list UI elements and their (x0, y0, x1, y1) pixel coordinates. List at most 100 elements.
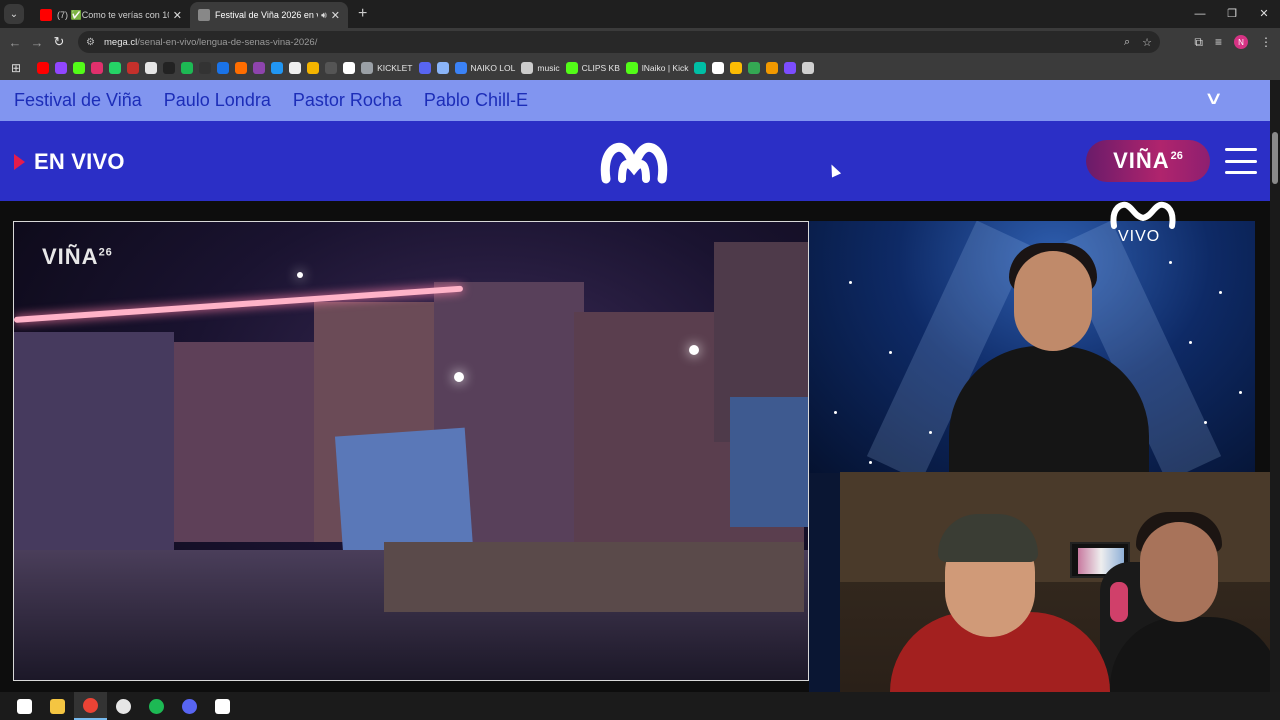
bookmark-item[interactable] (250, 58, 268, 78)
address-bar[interactable]: ⚙ mega.cl/senal-en-vivo/lengua-de-senas-… (78, 31, 1160, 53)
extensions-icon[interactable]: ⧉ (1194, 35, 1203, 50)
taskbar-discord-button[interactable] (173, 692, 206, 720)
play-triangle-icon (14, 154, 25, 170)
mega-logo[interactable] (600, 135, 668, 187)
x-icon (145, 62, 158, 74)
bookmark-item[interactable] (286, 58, 304, 78)
bookmark-item[interactable] (268, 58, 286, 78)
site-info-icon[interactable]: ⚙ (86, 37, 98, 48)
topic-link[interactable]: Festival de Viña (14, 90, 142, 111)
windows-start-icon (17, 698, 32, 714)
bookmark-item[interactable] (763, 58, 781, 78)
bookmark-item[interactable] (106, 58, 124, 78)
taskbar-chrome-button[interactable] (74, 692, 107, 720)
bookmark-label: NAIKO LOL (470, 63, 516, 73)
stage-video[interactable]: VIÑA26 (13, 221, 809, 681)
bookmarks-bar: ⊞ KICKLET NAIKO LOL music CLIPS KB lNaiko | … (0, 56, 1280, 80)
bookmark-item[interactable] (178, 58, 196, 78)
chart-icon (712, 62, 725, 74)
minimize-icon[interactable]: — (1184, 0, 1216, 28)
bookmark-item[interactable] (214, 58, 232, 78)
diamond-icon (343, 62, 356, 74)
bookmark-item[interactable] (434, 58, 452, 78)
bookmark-item[interactable]: lNaiko | Kick (623, 58, 692, 78)
topic-link[interactable]: Pastor Rocha (293, 90, 402, 111)
hamburger-menu-icon[interactable] (1225, 148, 1257, 174)
bookmark-item[interactable] (691, 58, 709, 78)
chevron-down-icon[interactable]: ∨ (1204, 88, 1224, 109)
bookmark-item[interactable] (322, 58, 340, 78)
music-icon (521, 62, 534, 74)
os-taskbar (0, 692, 1280, 720)
bookmark-item[interactable] (340, 58, 358, 78)
tab-search-icon[interactable]: ⌄ (4, 4, 24, 24)
scrollbar-thumb[interactable] (1272, 132, 1278, 184)
bookmark-star-icon[interactable]: ☆ (1142, 36, 1152, 49)
tab-youtube[interactable]: (7) ✅Como te verías con 10 vi ✕ (32, 2, 190, 28)
kicklet-icon (361, 62, 374, 74)
bookmark-item[interactable] (160, 58, 178, 78)
yellow-icon (730, 62, 743, 74)
bookmark-item[interactable] (799, 58, 817, 78)
speaker-icon[interactable]: 🔊︎ (321, 10, 327, 21)
bookmark-item[interactable] (196, 58, 214, 78)
topic-link[interactable]: Pablo Chill-E (424, 90, 528, 111)
back-arrow-icon[interactable]: ← (4, 35, 26, 50)
bookmark-item[interactable] (709, 58, 727, 78)
stage-logo-word: VIÑA (42, 244, 99, 269)
bookmark-item[interactable]: KICKLET (358, 58, 415, 78)
bookmark-item[interactable] (727, 58, 745, 78)
zoom-icon[interactable]: ⌕ (1124, 36, 1130, 49)
taskbar-obs-button[interactable] (107, 692, 140, 720)
bookmark-item[interactable] (304, 58, 322, 78)
youtube-icon (40, 9, 52, 21)
restore-icon[interactable]: ❐ (1216, 0, 1248, 28)
bookmark-label: KICKLET (377, 63, 413, 73)
interpreter-video[interactable] (809, 221, 1255, 473)
vivo-label: VIVO (1118, 228, 1161, 245)
discord-icon (418, 62, 431, 74)
more-menu-icon[interactable]: ⋮ (1260, 35, 1272, 49)
forward-arrow-icon[interactable]: → (26, 35, 48, 50)
purple-icon (253, 62, 266, 74)
bookmark-item[interactable]: NAIKO LOL (452, 58, 519, 78)
square-icon (802, 62, 815, 74)
bookmark-item[interactable] (88, 58, 106, 78)
tab-festival-vina[interactable]: Festival de Viña 2026 en vi 🔊︎ ✕ (190, 2, 348, 28)
close-window-icon[interactable]: ✕ (1248, 0, 1280, 28)
bookmark-item[interactable] (416, 58, 434, 78)
whatsapp-icon (109, 62, 122, 74)
live-link[interactable]: EN VIVO (14, 149, 125, 175)
l-icon (454, 62, 467, 74)
taskbar-dark-app-button[interactable] (206, 692, 239, 720)
close-tab-icon[interactable]: ✕ (173, 9, 182, 22)
bookmark-item[interactable] (52, 58, 70, 78)
bookmark-item[interactable] (70, 58, 88, 78)
page-scrollbar[interactable] (1270, 80, 1280, 692)
media-control-icon[interactable]: ≡ (1215, 35, 1222, 49)
new-tab-button[interactable]: + (358, 5, 367, 23)
bookmark-item[interactable] (124, 58, 142, 78)
bookmark-item[interactable]: music (518, 58, 562, 78)
bookmark-item[interactable] (745, 58, 763, 78)
bookmark-item[interactable] (34, 58, 52, 78)
topics-bar: Festival de Viña Paulo Londra Pastor Roc… (0, 80, 1270, 121)
reload-icon[interactable]: ↻ (48, 34, 70, 50)
bookmark-item[interactable]: CLIPS KB (563, 58, 623, 78)
swirl-icon (784, 62, 797, 74)
bookmark-item[interactable] (781, 58, 799, 78)
bookmark-item[interactable] (232, 58, 250, 78)
taskbar-file-explorer-button[interactable] (41, 692, 74, 720)
profile-avatar[interactable]: N (1234, 35, 1248, 49)
bookmark-label: lNaiko | Kick (641, 63, 689, 73)
file-explorer-icon (50, 698, 65, 714)
apps-grid-icon[interactable]: ⊞ (8, 58, 24, 78)
bookmark-item[interactable] (142, 58, 160, 78)
vina-2026-badge[interactable]: VIÑA 26 (1086, 140, 1210, 182)
topic-link[interactable]: Paulo Londra (164, 90, 271, 111)
webcam-overlay (840, 472, 1270, 692)
taskbar-spotify-button[interactable] (140, 692, 173, 720)
close-tab-icon[interactable]: ✕ (331, 9, 340, 22)
orange-icon (235, 62, 248, 74)
taskbar-windows-start-button[interactable] (8, 692, 41, 720)
